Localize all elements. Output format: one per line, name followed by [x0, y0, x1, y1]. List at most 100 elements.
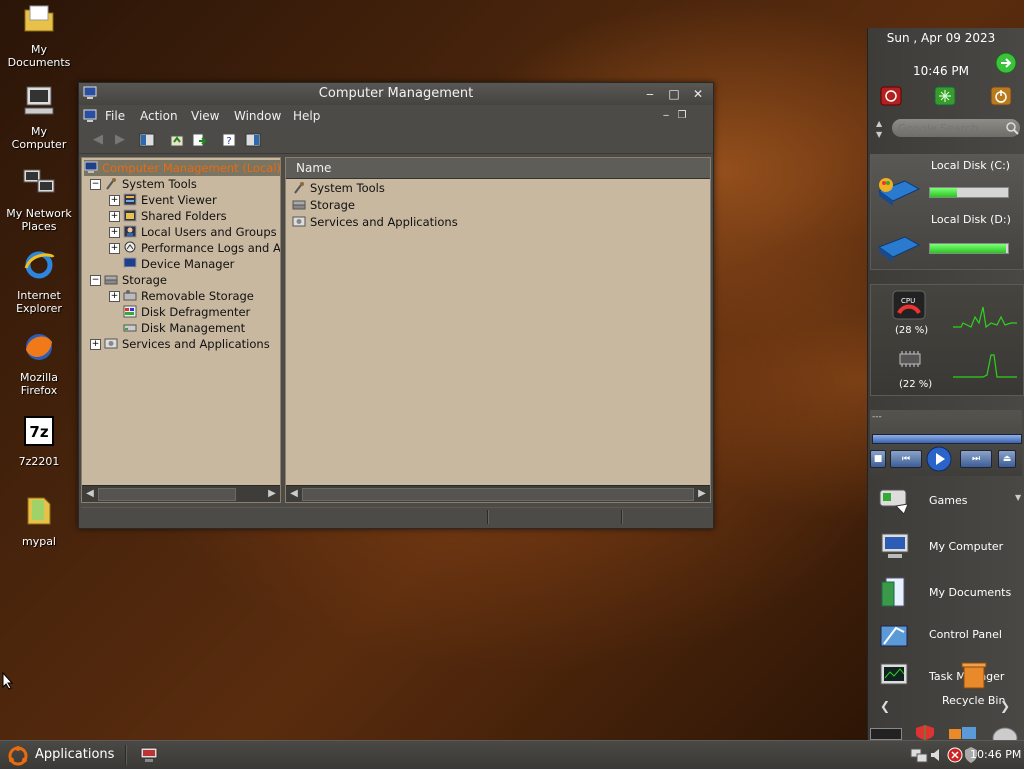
expander-storage[interactable]: − — [90, 275, 101, 286]
tree-item-label: Local Users and Groups — [141, 225, 277, 239]
dock-folders-icon[interactable] — [948, 726, 978, 740]
tree-item-storage[interactable]: Storage — [104, 272, 167, 288]
next-button[interactable]: ⏭ — [960, 450, 992, 468]
taskbar-clock[interactable]: 10:46 PM — [970, 748, 1021, 761]
tree-item-root[interactable]: Computer Management (Local) — [84, 160, 280, 176]
recycle-bin-label[interactable]: Recycle Bin — [942, 694, 1005, 707]
expander-shared-folders[interactable]: + — [109, 211, 120, 222]
list-item[interactable]: Services and Applications — [292, 214, 458, 230]
tree-item-disk-management[interactable]: Disk Management — [123, 320, 245, 336]
expander-event-viewer[interactable]: + — [109, 195, 120, 206]
list-item[interactable]: System Tools — [292, 180, 385, 196]
console-tree-pane[interactable]: Computer Management (Local) − System Too… — [81, 157, 281, 503]
list-item[interactable]: Storage — [292, 197, 355, 213]
tree-item-shared-folders[interactable]: Shared Folders — [123, 208, 227, 224]
menu-help[interactable]: Help — [293, 109, 320, 123]
computer-management-window[interactable]: Computer Management ‒ □ ✕ File Action Vi… — [78, 82, 714, 529]
export-list-icon[interactable] — [191, 132, 207, 148]
help-icon[interactable]: ? — [221, 132, 237, 148]
window-titlebar[interactable]: Computer Management ‒ □ ✕ — [79, 83, 713, 105]
back-icon[interactable]: ◀ — [93, 132, 109, 148]
cpu-memory-gadget: CPU (28 %) (22 %) — [870, 284, 1024, 396]
show-hide-tree-icon[interactable] — [139, 132, 155, 148]
sidebar-next-icon[interactable]: ❯ — [1000, 699, 1010, 713]
search-scroll-icon[interactable]: ▲ ▼ — [876, 118, 882, 140]
tree-item-event-viewer[interactable]: Event Viewer — [123, 192, 217, 208]
launcher-games[interactable]: Games ▼ — [878, 482, 1021, 522]
desktop-icon-my-computer[interactable]: My Computer — [4, 84, 74, 151]
tray-volume-icon[interactable] — [929, 746, 945, 764]
launcher-my-documents[interactable]: My Documents — [878, 574, 1018, 614]
expander-performance-logs[interactable]: + — [109, 243, 120, 254]
search-icon[interactable] — [1005, 121, 1019, 135]
expander-services-applications[interactable]: + — [90, 339, 101, 350]
desktop-icon-my-documents[interactable]: My Documents — [4, 2, 74, 69]
up-level-icon[interactable] — [169, 132, 185, 148]
expander-local-users[interactable]: + — [109, 227, 120, 238]
tree-item-performance-logs[interactable]: Performance Logs and Alerts — [123, 240, 280, 256]
restart-icon[interactable] — [934, 86, 956, 106]
scroll-left-icon[interactable]: ◀ — [287, 487, 301, 501]
sidebar-prev-icon[interactable]: ❮ — [880, 699, 890, 713]
desktop-icon-internet-explorer[interactable]: Internet Explorer — [4, 248, 74, 315]
maximize-button[interactable]: □ — [665, 85, 683, 103]
disk-c-usage-bar — [929, 187, 1009, 198]
desktop-icon-network-places[interactable]: My Network Places — [4, 166, 74, 233]
details-pane[interactable]: Name System Tools Storage Services and A… — [285, 157, 711, 503]
scroll-right-icon[interactable]: ▶ — [265, 487, 279, 501]
eject-button[interactable]: ⏏ — [998, 450, 1016, 468]
dock-tray-icon[interactable] — [870, 728, 902, 740]
power-icon[interactable] — [990, 86, 1012, 106]
scroll-thumb[interactable] — [98, 488, 236, 501]
disk-c-label: Local Disk (C:) — [931, 159, 1011, 172]
tray-network-icon[interactable] — [910, 746, 928, 764]
tray-security-icon[interactable] — [947, 746, 963, 764]
expander-removable-storage[interactable]: + — [109, 291, 120, 302]
minimize-button[interactable]: ‒ — [641, 85, 659, 103]
search-input[interactable] — [892, 119, 1020, 137]
recycle-bin-icon[interactable] — [960, 660, 988, 690]
play-button[interactable] — [926, 446, 952, 472]
tree-horizontal-scrollbar[interactable]: ◀ ▶ — [82, 485, 280, 502]
previous-button[interactable]: ⏮ — [890, 450, 922, 468]
tree-item-services-applications[interactable]: Services and Applications — [104, 336, 270, 352]
column-header-name[interactable]: Name — [286, 158, 710, 179]
details-horizontal-scrollbar[interactable]: ◀ ▶ — [286, 485, 710, 502]
launcher-task-manager[interactable]: Task Manager — [878, 658, 1018, 698]
scroll-left-icon[interactable]: ◀ — [83, 487, 97, 501]
dock-disc-icon[interactable] — [992, 724, 1018, 740]
tree-item-removable-storage[interactable]: Removable Storage — [123, 288, 254, 304]
menu-window[interactable]: Window — [234, 109, 281, 123]
stop-button[interactable]: ■ — [870, 450, 886, 468]
launcher-my-computer[interactable]: My Computer — [878, 528, 1018, 568]
desktop-icon-firefox[interactable]: Mozilla Firefox — [4, 330, 74, 397]
scroll-right-icon[interactable]: ▶ — [695, 487, 709, 501]
folder-icon — [27, 497, 51, 525]
menu-view[interactable]: View — [191, 109, 219, 123]
applications-menu-button[interactable]: Applications — [4, 743, 118, 767]
tree-item-system-tools[interactable]: System Tools — [104, 176, 197, 192]
forward-icon[interactable]: ▶ — [115, 132, 131, 148]
child-restore-button[interactable]: ❐ — [673, 107, 691, 125]
menu-action[interactable]: Action — [140, 109, 178, 123]
tree-item-disk-defragmenter[interactable]: Disk Defragmenter — [123, 304, 250, 320]
close-button[interactable]: ✕ — [689, 85, 707, 103]
dock-shield-icon[interactable] — [914, 724, 936, 740]
taskbar-app-computer-management-icon[interactable] — [140, 747, 158, 763]
desktop-icon-7zip[interactable]: 7z 7z2201 — [4, 414, 74, 468]
app-menu-icon[interactable] — [83, 109, 97, 123]
taskbar-separator — [125, 745, 127, 765]
desktop-icon-mypal[interactable]: mypal — [4, 494, 74, 548]
menu-file[interactable]: File — [105, 109, 125, 123]
tree-item-local-users[interactable]: Local Users and Groups — [123, 224, 277, 240]
show-hide-action-pane-icon[interactable] — [245, 132, 261, 148]
media-progress-bar[interactable] — [872, 434, 1022, 444]
launcher-control-panel[interactable]: Control Panel — [878, 616, 1018, 656]
chevron-down-icon[interactable]: ▼ — [1015, 493, 1021, 502]
go-arrow-icon[interactable] — [995, 52, 1017, 74]
tree-item-device-manager[interactable]: Device Manager — [123, 256, 234, 272]
shutdown-icon[interactable] — [880, 86, 902, 106]
expander-system-tools[interactable]: − — [90, 179, 101, 190]
services-icon — [104, 338, 118, 349]
scroll-thumb[interactable] — [302, 488, 694, 501]
